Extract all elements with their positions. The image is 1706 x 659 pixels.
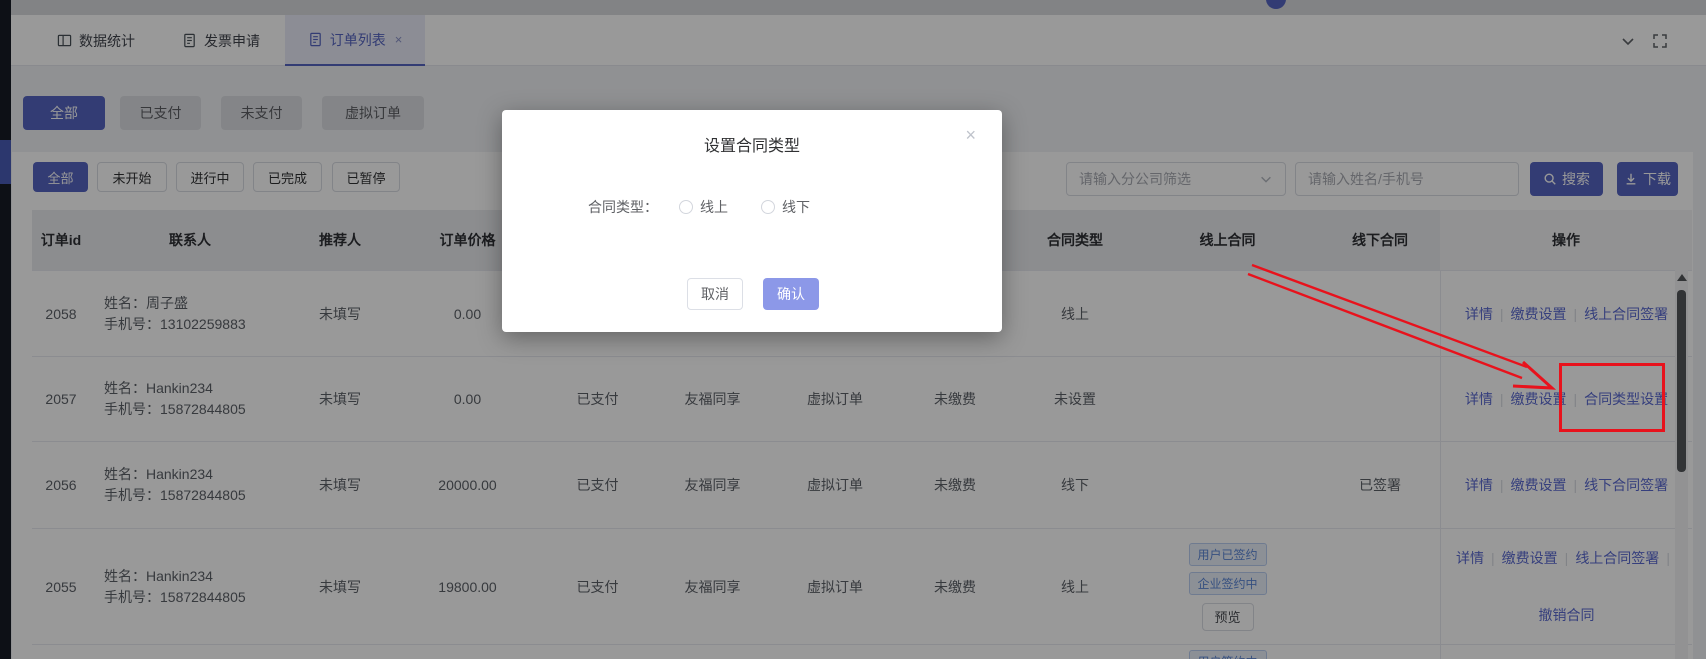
- radio-online[interactable]: 线上: [679, 197, 728, 217]
- radio-offline[interactable]: 线下: [761, 197, 810, 217]
- close-icon[interactable]: ×: [965, 126, 976, 144]
- radio-online-label: 线上: [700, 197, 728, 217]
- radio-circle-icon: [761, 200, 775, 214]
- dialog-title: 设置合同类型: [502, 132, 1002, 156]
- radio-circle-icon: [679, 200, 693, 214]
- set-contract-type-dialog: 设置合同类型 × 合同类型： 线上 线下 取消 确认: [502, 110, 1002, 332]
- contract-type-field-label: 合同类型：: [502, 197, 658, 217]
- order-list-page: 数据统计 发票申请 订单列表 × 全部 已支付 未支付 虚拟订单 全部 未开始 …: [0, 0, 1706, 659]
- radio-offline-label: 线下: [782, 197, 810, 217]
- cancel-button[interactable]: 取消: [687, 278, 743, 310]
- confirm-button[interactable]: 确认: [763, 278, 819, 310]
